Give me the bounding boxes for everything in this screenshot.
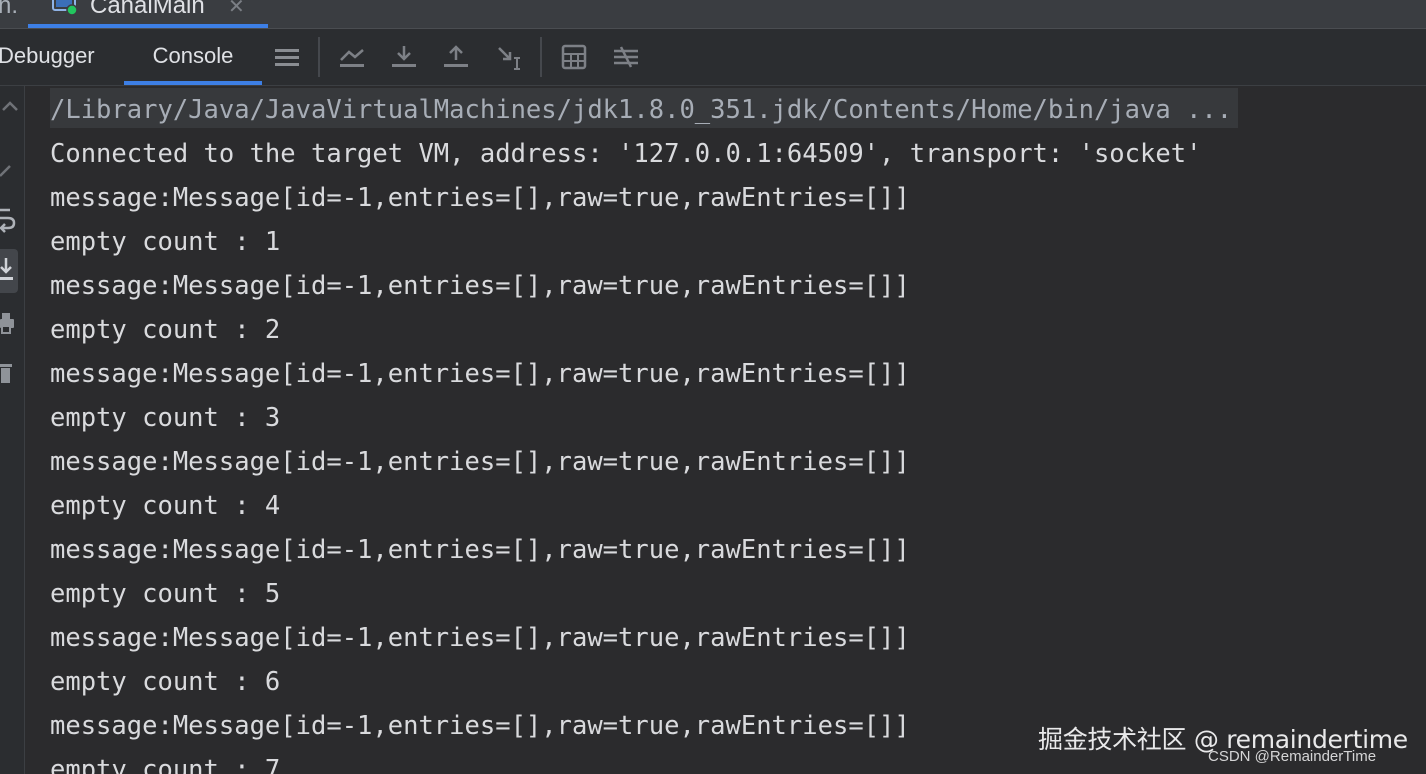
toolbar-separator [540, 37, 542, 77]
console-line: message:Message[id=-1,entries=[],raw=tru… [50, 711, 910, 741]
console-line: message:Message[id=-1,entries=[],raw=tru… [50, 535, 910, 565]
run-tab-title: CanalMain [90, 0, 205, 19]
print-icon[interactable] [0, 310, 24, 340]
check-icon[interactable] [0, 156, 24, 186]
tab-console-label: Console [152, 43, 234, 68]
console-line: Connected to the target VM, address: '12… [50, 139, 1202, 169]
console-line: empty count : 5 [50, 579, 281, 609]
console-line: message:Message[id=-1,entries=[],raw=tru… [50, 447, 910, 477]
application-run-icon [52, 0, 78, 16]
console-line: empty count : 7 [50, 755, 281, 774]
run-to-cursor-icon[interactable] [494, 42, 524, 72]
console-line: empty count : 6 [50, 667, 281, 697]
scroll-up-icon[interactable] [0, 92, 24, 122]
active-tab-indicator [28, 24, 268, 28]
run-tab-strip: n. CanalMain ✕ [0, 0, 1426, 29]
console-line: empty count : 1 [50, 227, 281, 257]
step-into-icon[interactable] [441, 42, 471, 72]
console-line: empty count : 4 [50, 491, 281, 521]
console-gutter [0, 86, 25, 774]
tab-console[interactable]: Console [124, 29, 262, 85]
watermark-csdn: CSDN @RemainderTime [1208, 748, 1377, 765]
console-line: message:Message[id=-1,entries=[],raw=tru… [50, 271, 910, 301]
debug-toolbar: Debugger Console [0, 29, 1426, 86]
active-tab-indicator [124, 81, 262, 85]
run-tab-prefix: n. [0, 0, 19, 19]
scroll-to-end-icon[interactable] [0, 256, 24, 286]
console-line: empty count : 3 [50, 403, 281, 433]
console-line: message:Message[id=-1,entries=[],raw=tru… [50, 359, 910, 389]
step-over-icon[interactable] [389, 42, 419, 72]
trash-icon[interactable] [0, 358, 24, 388]
console-line: empty count : 2 [50, 315, 281, 345]
evaluate-expression-icon[interactable] [559, 42, 589, 72]
close-icon[interactable]: ✕ [228, 0, 245, 18]
console-line: message:Message[id=-1,entries=[],raw=tru… [50, 183, 910, 213]
console-output[interactable]: /Library/Java/JavaVirtualMachines/jdk1.8… [25, 86, 1426, 774]
console-command-line[interactable]: /Library/Java/JavaVirtualMachines/jdk1.8… [50, 88, 1239, 128]
tab-debugger[interactable]: Debugger [0, 29, 95, 85]
toolbar-separator [318, 37, 320, 77]
run-tab-canalmain[interactable]: CanalMain ✕ [28, 0, 268, 28]
menu-icon[interactable] [272, 42, 302, 72]
console-line: message:Message[id=-1,entries=[],raw=tru… [50, 623, 910, 653]
show-execution-point-icon[interactable] [337, 42, 367, 72]
soft-wrap-icon[interactable] [0, 204, 24, 234]
trace-settings-icon[interactable] [611, 42, 641, 72]
